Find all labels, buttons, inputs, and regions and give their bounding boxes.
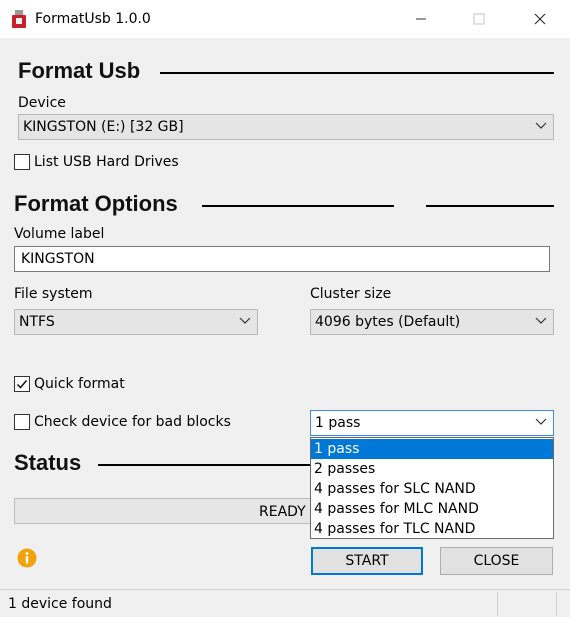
cluster-size-select[interactable]: 4096 bytes (Default): [310, 309, 554, 335]
maximize-button[interactable]: [456, 0, 502, 38]
list-usb-label: List USB Hard Drives: [34, 154, 179, 170]
volume-label-caption: Volume label: [14, 226, 105, 242]
device-select-value: KINGSTON (E:) [32 GB]: [23, 119, 184, 135]
volume-label-value: KINGSTON: [21, 251, 95, 267]
chevron-down-icon: [535, 317, 547, 324]
usb-app-icon: [12, 10, 26, 28]
status-bar: 1 device found: [0, 589, 570, 617]
format-options-heading: Format Options: [14, 191, 178, 216]
quick-format-checkbox[interactable]: [14, 376, 30, 392]
minimize-icon: [416, 18, 426, 20]
info-icon[interactable]: [17, 548, 37, 568]
chevron-down-icon: [535, 122, 547, 129]
passes-option[interactable]: 4 passes for MLC NAND: [311, 499, 553, 519]
passes-dropdown-list: 1 pass 2 passes 4 passes for SLC NAND 4 …: [310, 437, 554, 539]
status-bar-text: 1 device found: [8, 596, 112, 612]
heading-rule: [160, 72, 554, 74]
heading-rule: [202, 205, 394, 207]
cluster-size-label: Cluster size: [310, 286, 392, 302]
passes-option[interactable]: 4 passes for TLC NAND: [311, 519, 553, 539]
close-icon: [534, 13, 546, 25]
list-usb-checkbox[interactable]: [14, 154, 30, 170]
volume-label-input[interactable]: KINGSTON: [14, 246, 550, 272]
checkmark-icon: [16, 380, 28, 389]
cluster-size-value: 4096 bytes (Default): [315, 314, 461, 330]
chevron-down-icon: [239, 317, 251, 324]
device-select[interactable]: KINGSTON (E:) [32 GB]: [18, 114, 554, 140]
heading-rule: [426, 205, 554, 207]
file-system-select[interactable]: NTFS: [14, 309, 258, 335]
passes-option[interactable]: 4 passes for SLC NAND: [311, 479, 553, 499]
chevron-down-icon: [535, 418, 547, 425]
status-bar-divider: [497, 592, 498, 616]
file-system-label: File system: [14, 286, 93, 302]
passes-option[interactable]: 2 passes: [311, 459, 553, 479]
passes-select-value: 1 pass: [315, 415, 361, 431]
device-label: Device: [18, 95, 66, 111]
close-window-button[interactable]: [517, 0, 563, 38]
start-button-label: START: [345, 553, 389, 569]
status-heading: Status: [14, 450, 82, 475]
format-usb-heading: Format Usb: [18, 58, 141, 83]
maximize-icon: [473, 13, 485, 25]
progress-status-text: READY: [259, 504, 306, 520]
window-title: FormatUsb 1.0.0: [35, 11, 151, 27]
heading-rule: [98, 464, 312, 466]
passes-option[interactable]: 1 pass: [311, 439, 553, 459]
title-bar: FormatUsb 1.0.0: [0, 0, 570, 38]
file-system-value: NTFS: [19, 314, 55, 330]
close-button[interactable]: CLOSE: [440, 547, 553, 575]
status-bar-divider: [556, 592, 557, 616]
bad-blocks-label: Check device for bad blocks: [34, 414, 231, 430]
bad-blocks-checkbox[interactable]: [14, 414, 30, 430]
start-button[interactable]: START: [311, 547, 423, 575]
progress-bar: READY: [14, 498, 314, 524]
close-button-label: CLOSE: [473, 553, 520, 569]
quick-format-label: Quick format: [34, 376, 125, 392]
passes-select[interactable]: 1 pass: [310, 410, 554, 436]
minimize-button[interactable]: [398, 0, 444, 38]
